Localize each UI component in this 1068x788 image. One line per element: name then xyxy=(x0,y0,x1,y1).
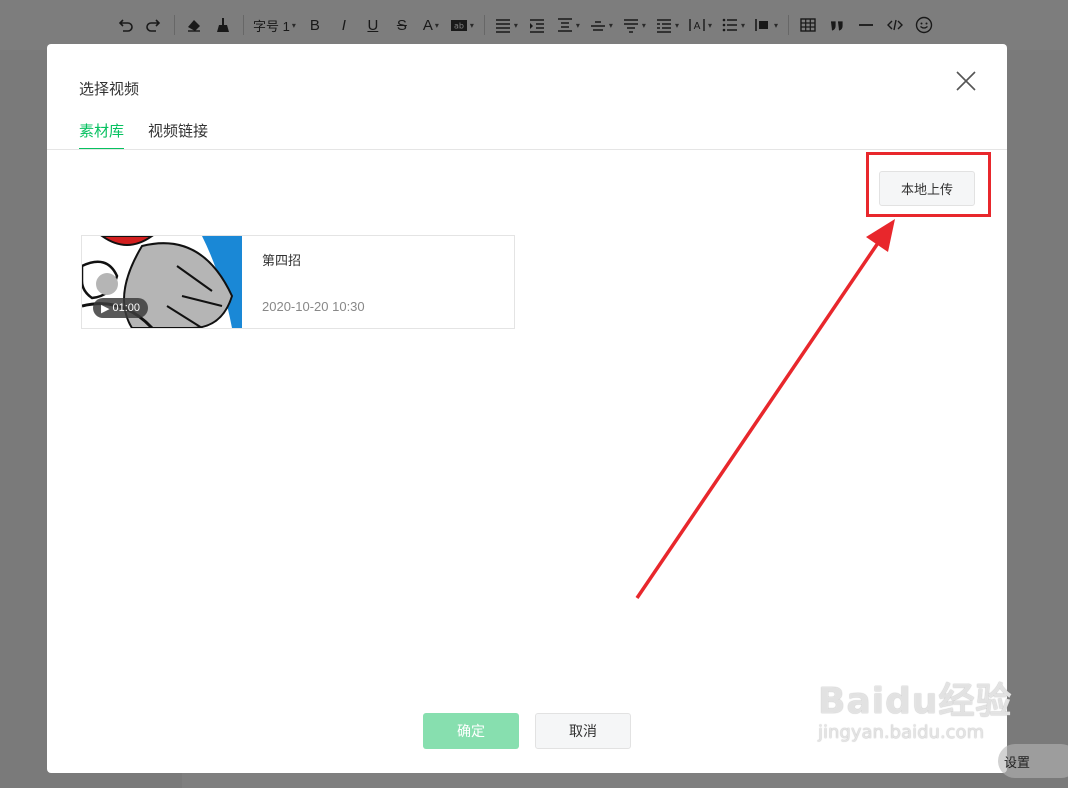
tab-material-library[interactable]: 素材库 xyxy=(79,120,125,150)
video-title: 第四招 xyxy=(262,253,302,268)
confirm-button[interactable]: 确定 xyxy=(423,713,519,749)
video-duration-badge: ▶ 01:00 xyxy=(93,298,148,318)
play-icon: ▶ xyxy=(101,302,110,315)
close-icon[interactable] xyxy=(953,68,979,94)
settings-button[interactable]: 设置 xyxy=(998,744,1068,778)
settings-label: 设置 xyxy=(1004,754,1031,770)
tab-video-link[interactable]: 视频链接 xyxy=(148,120,208,150)
cancel-button[interactable]: 取消 xyxy=(535,713,631,749)
select-video-dialog: 选择视频 素材库 视频链接 本地上传 ▶ 01:00 第四招 2020-10-20 xyxy=(47,44,1007,773)
dialog-title: 选择视频 xyxy=(79,81,140,98)
video-date: 2020-10-20 10:30 xyxy=(262,299,365,314)
video-duration: 01:00 xyxy=(112,302,140,314)
dialog-tabs: 素材库 视频链接 xyxy=(79,120,208,150)
tabs-divider xyxy=(47,149,1007,150)
local-upload-button[interactable]: 本地上传 xyxy=(879,171,975,206)
video-card[interactable]: ▶ 01:00 第四招 2020-10-20 10:30 xyxy=(81,235,515,329)
